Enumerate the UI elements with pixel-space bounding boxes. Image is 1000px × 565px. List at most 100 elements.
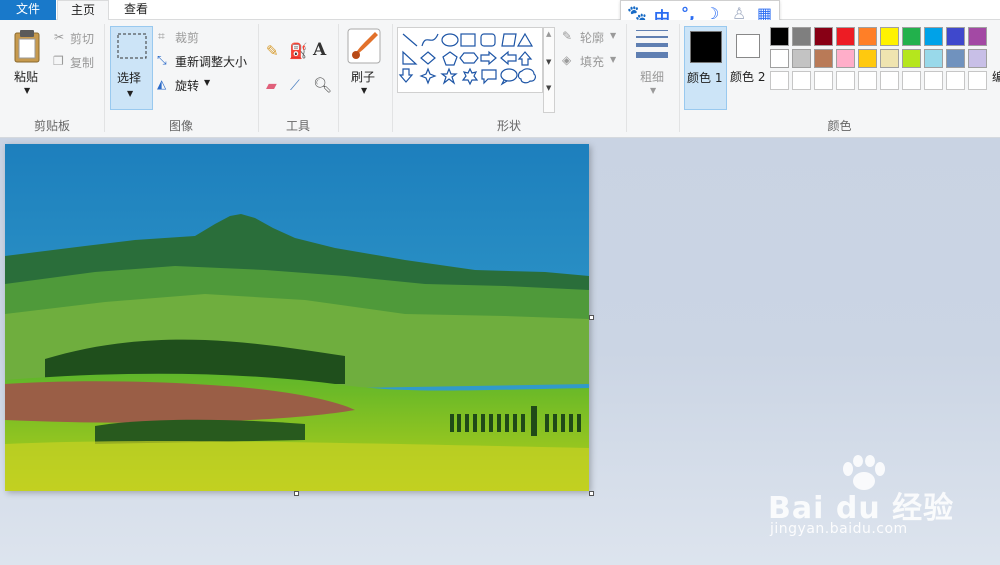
eraser-icon[interactable]: ▰ [266,78,277,94]
selection-rect-icon [117,33,147,59]
select-dropdown-icon: ▼ [127,89,134,98]
color-swatch[interactable] [770,49,789,68]
scroll-down-icon[interactable]: ▼ [546,58,551,66]
tab-view[interactable]: 查看 [110,0,162,20]
expand-gallery-icon[interactable]: ▼ [546,84,551,92]
color-picker-icon[interactable]: ⟋ [290,78,300,94]
scroll-up-icon[interactable]: ▲ [546,30,551,38]
tab-home[interactable]: 主页 [57,0,109,21]
color-swatch[interactable] [924,49,943,68]
color-swatch[interactable] [792,49,811,68]
fill-button[interactable]: 填充 [580,53,604,70]
select-label: 选择 [117,71,142,85]
magnifier-icon[interactable]: 🔍︎ [313,76,332,94]
color-swatch[interactable] [902,27,921,46]
color-swatch[interactable] [946,71,965,90]
color-swatch[interactable] [770,27,789,46]
paste-button[interactable]: 粘贴 [14,68,38,85]
color1-swatch [690,31,722,63]
baidu-watermark: Bai du 经验 jingyan.baidu.com [768,455,988,545]
separator [626,24,627,132]
line-width-icon[interactable] [634,28,670,62]
select-button[interactable]: 选择 ▼ [110,26,153,110]
text-tool-icon[interactable]: A [313,40,326,60]
fill-icon: ◈ [562,53,572,67]
color-swatch[interactable] [880,71,899,90]
color-swatch[interactable] [902,49,921,68]
outline-icon: ✎ [562,29,573,43]
color-swatch[interactable] [858,71,877,90]
separator [338,24,339,132]
ribbon-tab-bar: 文件 主页 查看 [0,0,1000,21]
copy-icon: ❐ [53,54,64,68]
outline-dropdown-icon[interactable]: ▼ [610,31,616,40]
pencil-icon[interactable]: ✎ [266,42,279,60]
fill-dropdown-icon[interactable]: ▼ [610,55,616,64]
tab-file[interactable]: 文件 [0,0,56,20]
resize-button[interactable]: 重新调整大小 [175,53,247,70]
color-swatch[interactable] [858,27,877,46]
image-group-label: 图像 [168,119,193,133]
color-swatch[interactable] [814,71,833,90]
outline-button[interactable]: 轮廓 [580,29,604,46]
paste-icon[interactable] [12,28,42,64]
color-swatch[interactable] [792,71,811,90]
separator [104,24,105,132]
color1-button[interactable]: 颜色 1 [684,26,727,110]
rotate-dropdown-icon[interactable]: ▼ [204,78,210,87]
color-swatch[interactable] [902,71,921,90]
color2-label: 颜色 2 [730,70,766,84]
paint-canvas-image[interactable] [5,144,589,491]
cut-button[interactable]: 剪切 [70,30,94,47]
colors-group-label: 颜色 [827,119,852,133]
color-swatch[interactable] [946,49,965,68]
color-swatch[interactable] [814,27,833,46]
size-dropdown-icon[interactable]: ▼ [650,86,656,95]
color-swatch[interactable] [968,71,987,90]
color1-label: 颜色 1 [687,71,723,85]
color-swatch[interactable] [858,49,877,68]
color-swatch[interactable] [814,49,833,68]
resize-icon: ⤡ [157,53,167,67]
color-swatch[interactable] [968,27,987,46]
crop-icon: ⌗ [158,29,165,43]
color-swatch[interactable] [924,71,943,90]
brushes-dropdown-icon[interactable]: ▼ [361,86,367,95]
edit-colors-button[interactable]: 编 [992,68,1000,85]
color-swatch[interactable] [880,27,899,46]
scissors-icon: ✂ [54,30,65,44]
crop-button[interactable]: 裁剪 [175,29,199,46]
color2-swatch [736,34,760,58]
color-swatch[interactable] [836,49,855,68]
color-swatch[interactable] [924,27,943,46]
resize-handle-right[interactable] [589,315,594,320]
tools-group-label: 工具 [285,119,310,133]
watermark-url: jingyan.baidu.com [770,521,908,537]
shapes-group-label: 形状 [496,119,521,133]
color-swatch[interactable] [836,71,855,90]
fill-bucket-icon[interactable]: ⛽ [289,42,308,60]
shape-gallery-icons [398,32,536,86]
resize-handle-corner[interactable] [589,491,594,496]
rotate-icon: ◭ [157,77,167,91]
brush-icon[interactable] [347,28,381,64]
separator [392,24,393,132]
color-swatch[interactable] [968,49,987,68]
color-swatch[interactable] [792,27,811,46]
color-swatch[interactable] [770,71,789,90]
shape-gallery-scrollbar[interactable]: ▲ ▼ ▼ [543,27,555,113]
color-swatch[interactable] [880,49,899,68]
copy-button[interactable]: 复制 [70,54,94,71]
clipboard-group-label: 剪贴板 [33,119,70,133]
ribbon: 粘贴 ▼ ✂ 剪切 ❐ 复制 剪贴板 选择 ▼ ⌗ 裁剪 ⤡ 重新调整大小 ◭ … [0,20,1000,138]
rotate-button[interactable]: 旋转 [175,77,199,94]
color-swatch[interactable] [836,27,855,46]
brushes-button[interactable]: 刷子 [351,68,375,85]
paste-dropdown-icon[interactable]: ▼ [24,86,30,95]
separator [679,24,680,132]
shape-gallery[interactable] [397,27,543,93]
size-button[interactable]: 粗细 [640,68,664,85]
resize-handle-bottom[interactable] [294,491,299,496]
color-swatch[interactable] [946,27,965,46]
separator [258,24,259,132]
